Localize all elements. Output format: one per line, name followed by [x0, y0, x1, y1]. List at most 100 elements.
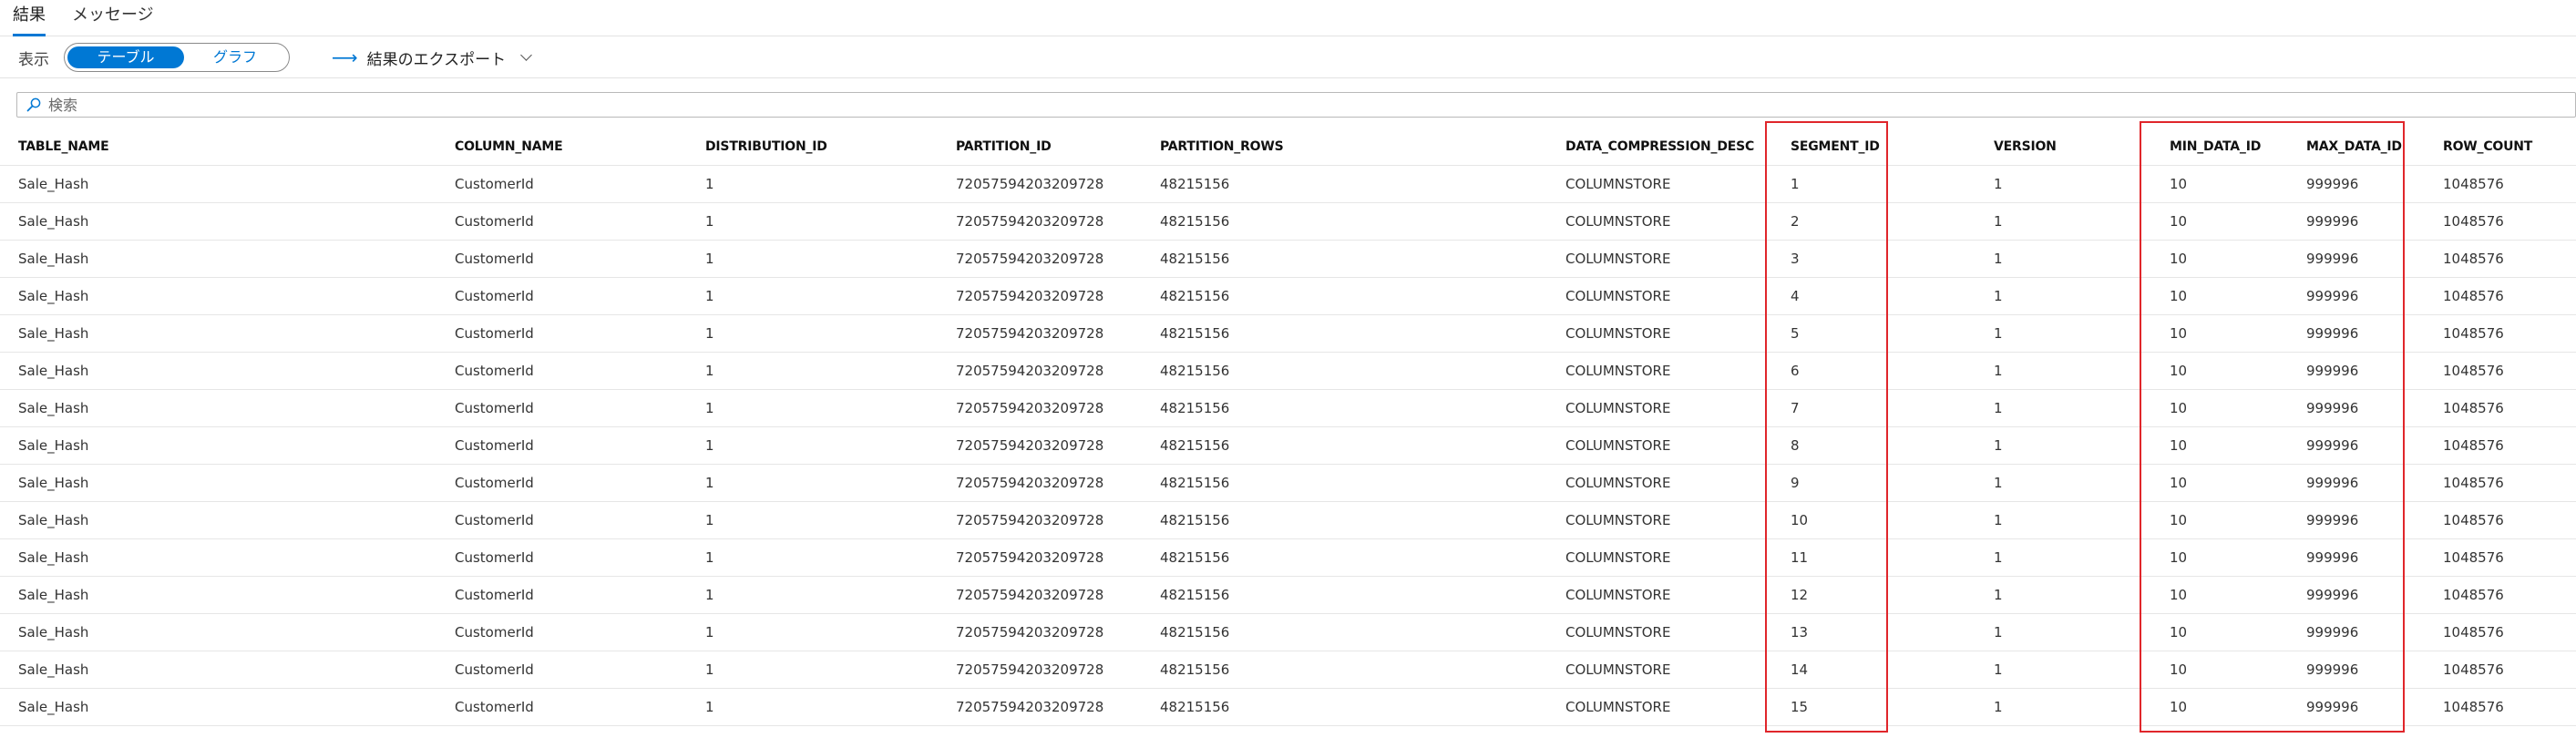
- min-data-id-cell: 10: [2170, 624, 2188, 641]
- partition-id-cell: 72057594203209728: [956, 624, 1104, 641]
- table-row[interactable]: Sale_Hash CustomerId 1 72057594203209728 482…: [0, 203, 2576, 241]
- export-results-label: 結果のエクスポート: [366, 50, 507, 69]
- distribution-id-cell: 1: [705, 400, 714, 416]
- partition-rows-cell: 48215156: [1160, 400, 1230, 416]
- partition-rows-cell: 48215156: [1160, 251, 1230, 267]
- row-count-cell: 1048576: [2443, 661, 2504, 678]
- table-row[interactable]: Sale_Hash CustomerId 1 72057594203209728 482…: [0, 577, 2576, 614]
- data-compression-desc-cell: COLUMNSTORE: [1565, 325, 1671, 342]
- segment-id-cell: 3: [1791, 251, 1800, 267]
- data-compression-desc-cell: COLUMNSTORE: [1565, 176, 1671, 192]
- partition-rows-cell: 48215156: [1160, 325, 1230, 342]
- partition-rows-cell: 48215156: [1160, 549, 1230, 566]
- partition-id-cell: 72057594203209728: [956, 213, 1104, 230]
- table-row[interactable]: Sale_Hash CustomerId 1 72057594203209728 482…: [0, 427, 2576, 465]
- column-name-cell: CustomerId: [455, 699, 534, 715]
- table-row[interactable]: Sale_Hash CustomerId 1 72057594203209728 482…: [0, 241, 2576, 278]
- partition-rows-cell: 48215156: [1160, 587, 1230, 603]
- segment-id-cell: 9: [1791, 475, 1800, 491]
- table-row[interactable]: Sale_Hash CustomerId 1 72057594203209728 482…: [0, 315, 2576, 353]
- version-cell: 1: [1994, 213, 2003, 230]
- table-row[interactable]: Sale_Hash CustomerId 1 72057594203209728 482…: [0, 278, 2576, 315]
- query-results-pane: 結果 メッセージ 表示 テーブル グラフ ⟶ 結果のエクスポート TABLE_N…: [0, 0, 2576, 738]
- search-icon: [26, 97, 41, 112]
- max-data-id-cell: 999996: [2306, 437, 2359, 454]
- table-row[interactable]: Sale_Hash CustomerId 1 72057594203209728 482…: [0, 502, 2576, 539]
- table-row[interactable]: Sale_Hash CustomerId 1 72057594203209728 482…: [0, 539, 2576, 577]
- column-header-row-count[interactable]: ROW_COUNT: [2443, 128, 2571, 165]
- table-row[interactable]: Sale_Hash CustomerId 1 72057594203209728 482…: [0, 689, 2576, 726]
- column-name-cell: CustomerId: [455, 400, 534, 416]
- partition-rows-cell: 48215156: [1160, 475, 1230, 491]
- column-header-partition-id[interactable]: PARTITION_ID: [956, 128, 1156, 165]
- segment-id-cell: 5: [1791, 325, 1800, 342]
- min-data-id-cell: 10: [2170, 400, 2188, 416]
- segment-id-cell: 2: [1791, 213, 1800, 230]
- table-row[interactable]: Sale_Hash CustomerId 1 72057594203209728 482…: [0, 651, 2576, 689]
- export-arrow-icon: ⟶: [332, 46, 358, 68]
- row-count-cell: 1048576: [2443, 475, 2504, 491]
- tab-results[interactable]: 結果: [13, 5, 46, 36]
- table-row[interactable]: Sale_Hash CustomerId 1 72057594203209728 482…: [0, 353, 2576, 390]
- data-compression-desc-cell: COLUMNSTORE: [1565, 624, 1671, 641]
- column-header-min-data-id[interactable]: MIN_DATA_ID: [2170, 128, 2297, 165]
- export-results-button[interactable]: ⟶ 結果のエクスポート: [332, 45, 533, 70]
- data-compression-desc-cell: COLUMNSTORE: [1565, 251, 1671, 267]
- partition-id-cell: 72057594203209728: [956, 587, 1104, 603]
- column-header-version[interactable]: VERSION: [1994, 128, 2140, 165]
- column-header-max-data-id[interactable]: MAX_DATA_ID: [2306, 128, 2434, 165]
- min-data-id-cell: 10: [2170, 587, 2188, 603]
- table-row[interactable]: Sale_Hash CustomerId 1 72057594203209728 482…: [0, 614, 2576, 651]
- data-compression-desc-cell: COLUMNSTORE: [1565, 363, 1671, 379]
- table-name-cell: Sale_Hash: [18, 251, 89, 267]
- min-data-id-cell: 10: [2170, 699, 2188, 715]
- max-data-id-cell: 999996: [2306, 176, 2359, 192]
- version-cell: 1: [1994, 176, 2003, 192]
- column-header-table-name[interactable]: TABLE_NAME: [18, 128, 437, 165]
- segment-id-cell: 15: [1791, 699, 1809, 715]
- results-grid: TABLE_NAME COLUMN_NAME DISTRIBUTION_ID P…: [0, 128, 2576, 726]
- version-cell: 1: [1994, 549, 2003, 566]
- version-cell: 1: [1994, 400, 2003, 416]
- table-name-cell: Sale_Hash: [18, 363, 89, 379]
- distribution-id-cell: 1: [705, 587, 714, 603]
- column-header-partition-rows[interactable]: PARTITION_ROWS: [1160, 128, 1561, 165]
- table-name-cell: Sale_Hash: [18, 400, 89, 416]
- column-header-distribution-id[interactable]: DISTRIBUTION_ID: [705, 128, 951, 165]
- min-data-id-cell: 10: [2170, 176, 2188, 192]
- segment-id-cell: 14: [1791, 661, 1809, 678]
- min-data-id-cell: 10: [2170, 363, 2188, 379]
- max-data-id-cell: 999996: [2306, 549, 2359, 566]
- data-compression-desc-cell: COLUMNSTORE: [1565, 288, 1671, 304]
- table-row[interactable]: Sale_Hash CustomerId 1 72057594203209728 482…: [0, 166, 2576, 203]
- partition-rows-cell: 48215156: [1160, 661, 1230, 678]
- version-cell: 1: [1994, 699, 2003, 715]
- search-input[interactable]: [48, 95, 1142, 115]
- view-toggle: テーブル グラフ: [64, 43, 290, 72]
- min-data-id-cell: 10: [2170, 213, 2188, 230]
- data-compression-desc-cell: COLUMNSTORE: [1565, 400, 1671, 416]
- partition-id-cell: 72057594203209728: [956, 363, 1104, 379]
- column-header-column-name[interactable]: COLUMN_NAME: [455, 128, 701, 165]
- partition-rows-cell: 48215156: [1160, 176, 1230, 192]
- distribution-id-cell: 1: [705, 624, 714, 641]
- version-cell: 1: [1994, 661, 2003, 678]
- table-row[interactable]: Sale_Hash CustomerId 1 72057594203209728 482…: [0, 465, 2576, 502]
- table-row[interactable]: Sale_Hash CustomerId 1 72057594203209728 482…: [0, 390, 2576, 427]
- version-cell: 1: [1994, 512, 2003, 528]
- partition-rows-cell: 48215156: [1160, 512, 1230, 528]
- column-header-data-compression-desc[interactable]: DATA_COMPRESSION_DESC: [1565, 128, 1784, 165]
- data-compression-desc-cell: COLUMNSTORE: [1565, 512, 1671, 528]
- row-count-cell: 1048576: [2443, 251, 2504, 267]
- partition-id-cell: 72057594203209728: [956, 437, 1104, 454]
- column-header-segment-id[interactable]: SEGMENT_ID: [1791, 128, 1991, 165]
- min-data-id-cell: 10: [2170, 288, 2188, 304]
- table-name-cell: Sale_Hash: [18, 475, 89, 491]
- view-table-option[interactable]: テーブル: [67, 46, 184, 68]
- table-name-cell: Sale_Hash: [18, 512, 89, 528]
- view-chart-option[interactable]: グラフ: [184, 46, 286, 68]
- tab-messages[interactable]: メッセージ: [72, 5, 154, 26]
- data-compression-desc-cell: COLUMNSTORE: [1565, 661, 1671, 678]
- segment-id-cell: 6: [1791, 363, 1800, 379]
- distribution-id-cell: 1: [705, 699, 714, 715]
